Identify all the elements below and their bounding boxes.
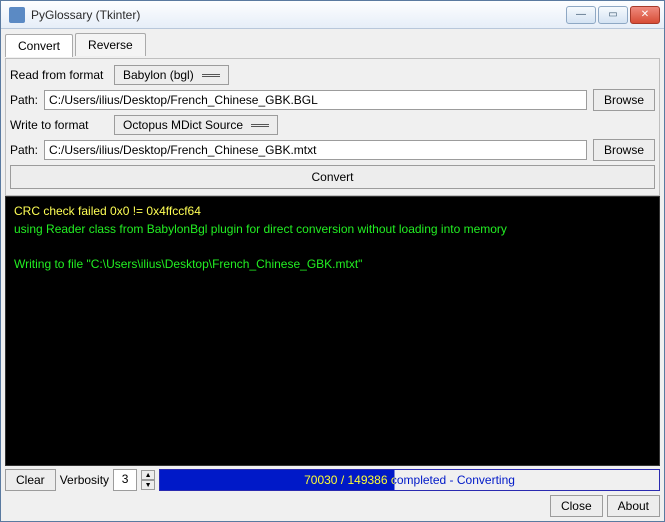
verbosity-spinner[interactable]: ▲ ▼ [141,470,155,490]
write-format-value: Octopus MDict Source [123,118,243,132]
close-button[interactable]: Close [550,495,603,517]
window-title: PyGlossary (Tkinter) [31,8,564,22]
write-format-select[interactable]: Octopus MDict Source [114,115,278,135]
maximize-button[interactable]: ▭ [598,6,628,24]
log-terminal: CRC check failed 0x0 != 0x4ffccf64 using… [5,196,660,466]
read-path-label: Path: [10,93,38,107]
log-line: using Reader class from BabylonBgl plugi… [14,222,507,236]
read-format-select[interactable]: Babylon (bgl) [114,65,229,85]
content-area: Convert Reverse Read from format Babylon… [1,29,664,521]
write-format-label: Write to format [10,118,108,132]
write-path-label: Path: [10,143,38,157]
tab-convert[interactable]: Convert [5,34,73,57]
convert-button[interactable]: Convert [10,165,655,189]
tab-reverse[interactable]: Reverse [75,33,146,56]
spinner-down-icon[interactable]: ▼ [141,480,155,490]
app-icon [9,7,25,23]
close-window-button[interactable]: ✕ [630,6,660,24]
titlebar: PyGlossary (Tkinter) — ▭ ✕ [1,1,664,29]
log-line: CRC check failed 0x0 != 0x4ffccf64 [14,204,201,218]
app-window: PyGlossary (Tkinter) — ▭ ✕ Convert Rever… [0,0,665,522]
minimize-button[interactable]: — [566,6,596,24]
verbosity-value[interactable]: 3 [113,469,137,491]
browse-write-button[interactable]: Browse [593,139,655,161]
dropdown-indicator-icon [202,74,220,77]
spinner-up-icon[interactable]: ▲ [141,470,155,480]
bottom-buttons: Close About [5,495,660,517]
convert-panel: Read from format Babylon (bgl) Path: Bro… [5,58,660,196]
verbosity-label: Verbosity [60,473,109,487]
write-path-input[interactable] [44,140,587,160]
read-format-label: Read from format [10,68,108,82]
read-path-input[interactable] [44,90,587,110]
read-format-value: Babylon (bgl) [123,68,194,82]
browse-read-button[interactable]: Browse [593,89,655,111]
log-line: Writing to file "C:\Users\ilius\Desktop\… [14,257,362,271]
status-bar: Clear Verbosity 3 ▲ ▼ 70030 / 149386 com… [5,469,660,491]
dropdown-indicator-icon [251,124,269,127]
about-button[interactable]: About [607,495,660,517]
tabs-strip: Convert Reverse [5,33,660,56]
progress-bar: 70030 / 149386 completed - Converting 70… [159,469,660,491]
clear-button[interactable]: Clear [5,469,56,491]
